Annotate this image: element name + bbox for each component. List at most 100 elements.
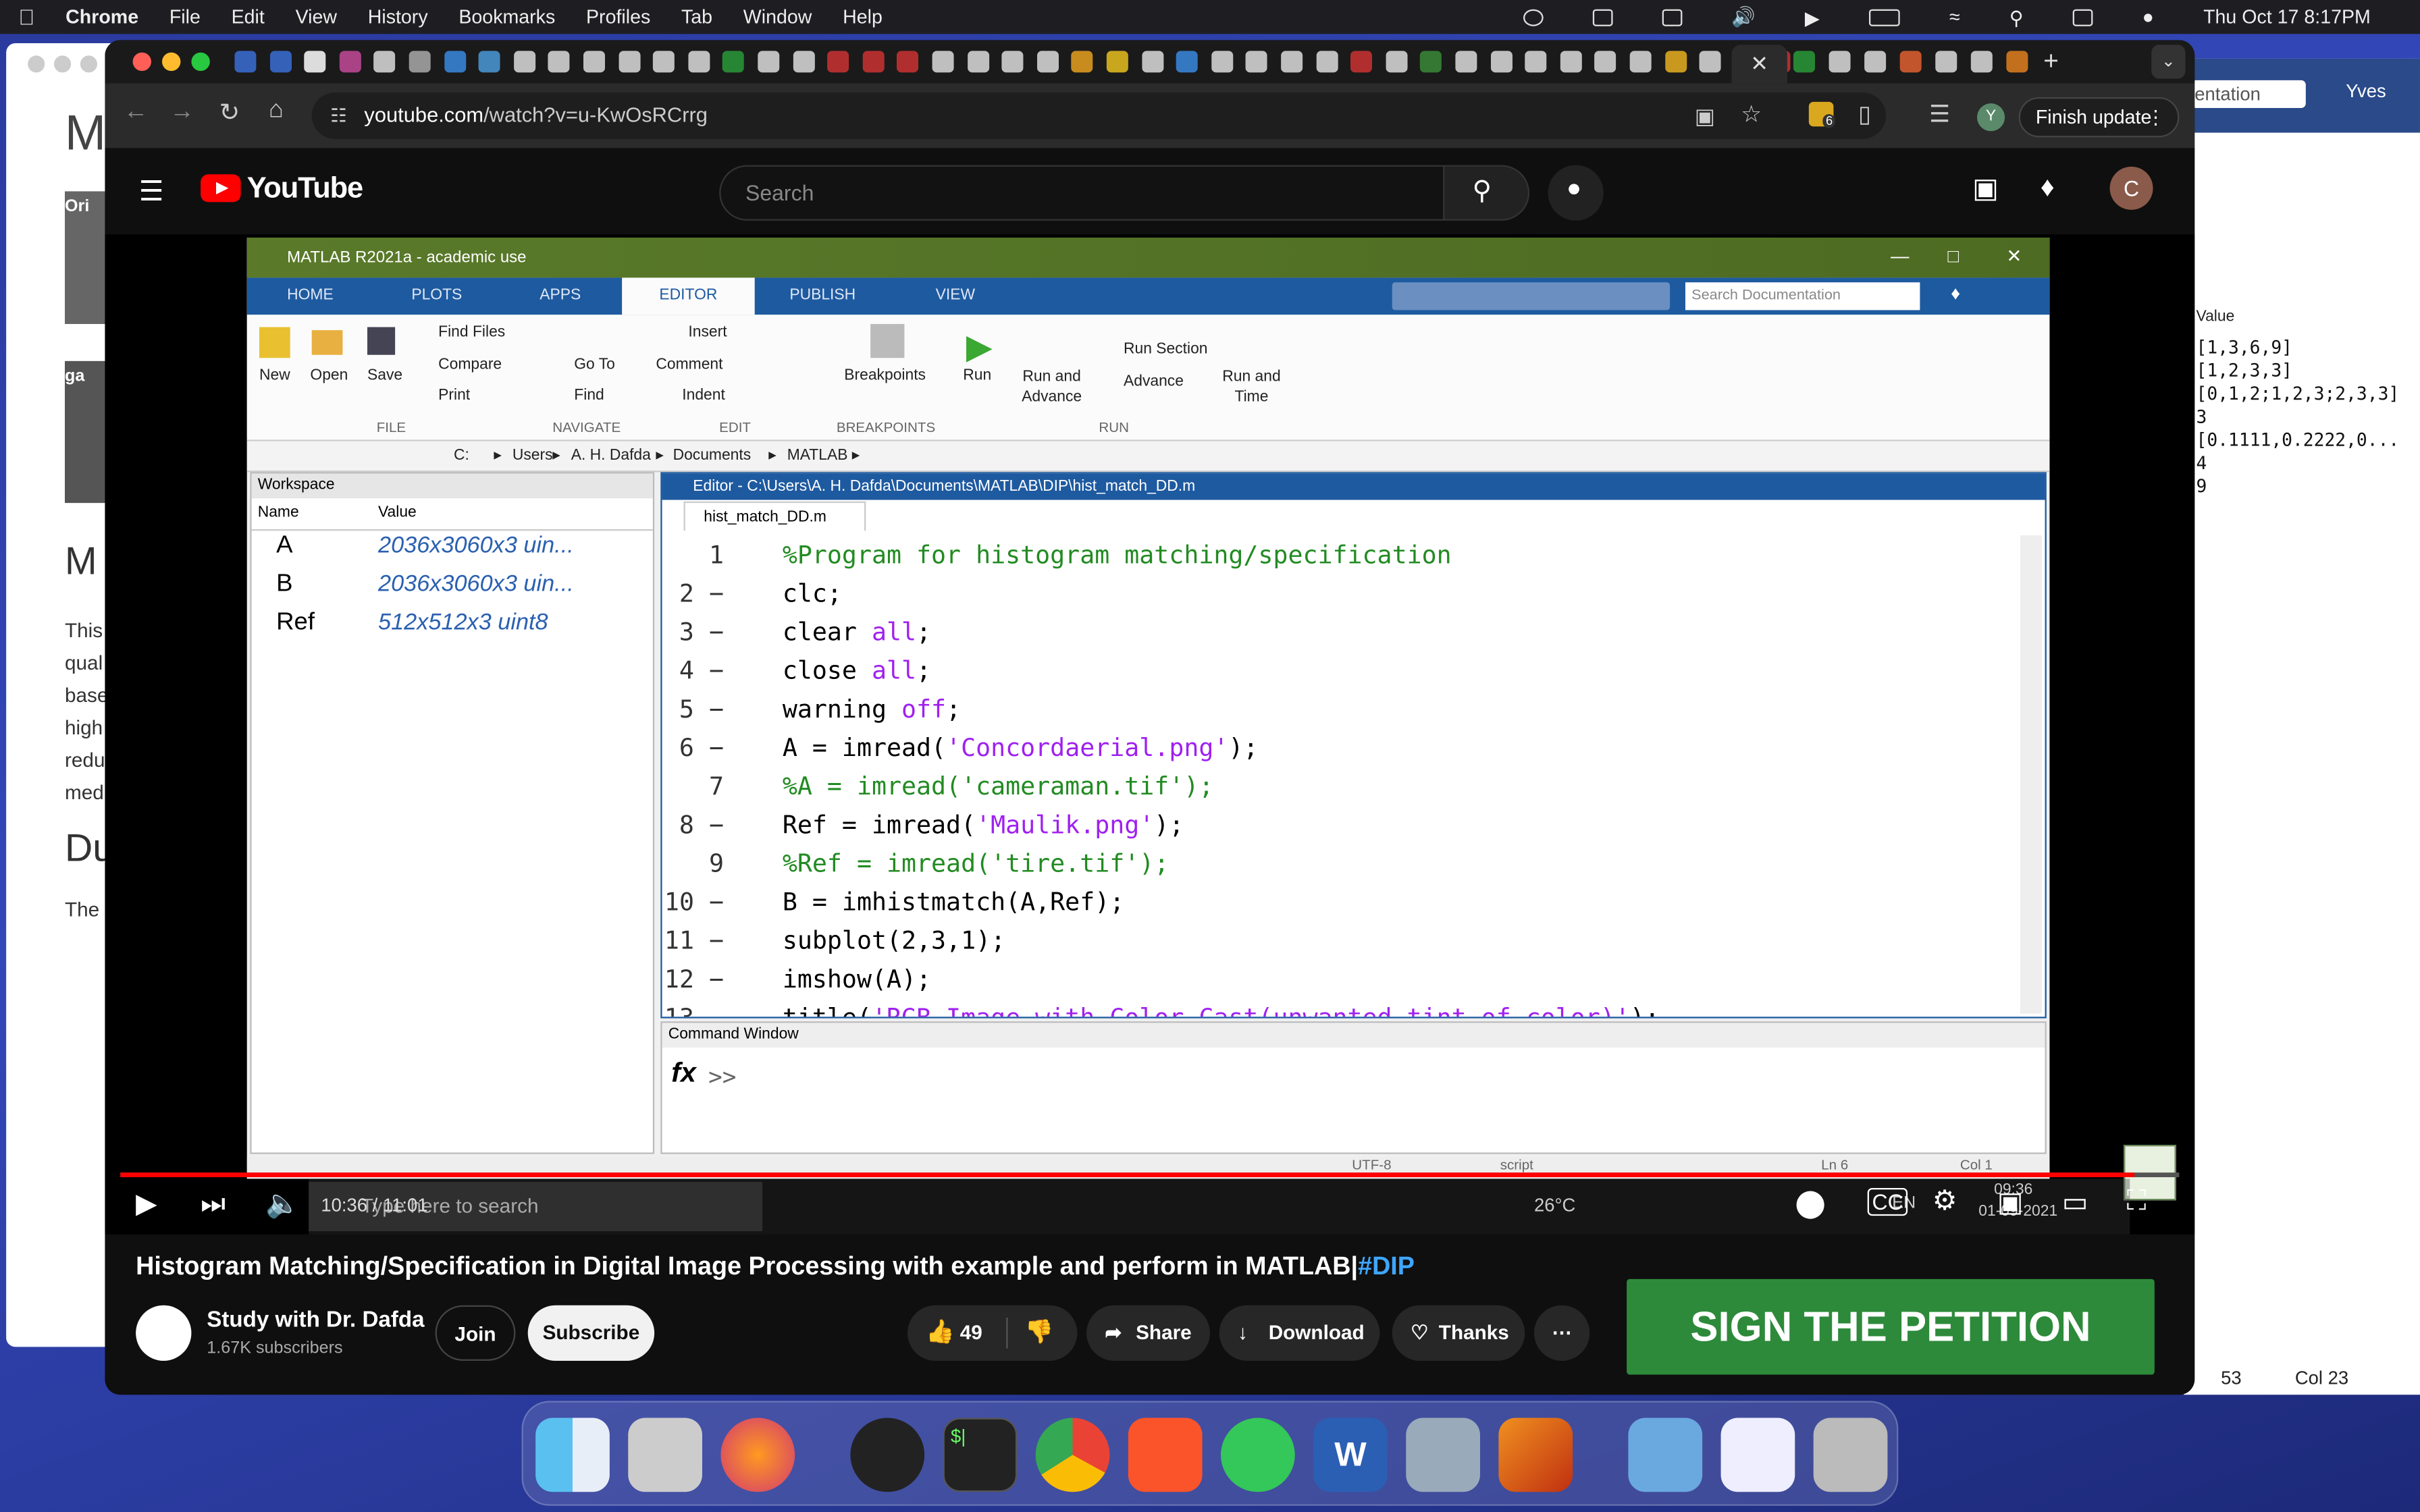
pinned-tab-favicon-icon[interactable] <box>1211 51 1233 73</box>
preview-icon[interactable] <box>1406 1418 1480 1492</box>
tab-search-chevron-icon[interactable]: ⌄ <box>2151 45 2186 79</box>
terminal-icon[interactable]: $| <box>943 1418 1018 1492</box>
thanks-button[interactable]: ♡ Thanks <box>1392 1305 1525 1361</box>
play-status-icon[interactable]: ▶ <box>1805 5 1820 28</box>
reload-icon[interactable]: ↻ <box>219 97 240 128</box>
siri-icon[interactable]: ● <box>2142 6 2154 28</box>
pinned-tab-favicon-icon[interactable] <box>374 51 396 73</box>
channel-avatar[interactable] <box>136 1305 192 1361</box>
pinned-tab-favicon-icon[interactable] <box>967 51 989 73</box>
pinned-tab-favicon-icon[interactable] <box>1350 51 1373 73</box>
menu-profiles[interactable]: Profiles <box>586 6 650 28</box>
pinned-tab-favicon-icon[interactable] <box>1036 51 1059 73</box>
pinned-tab-favicon-icon[interactable] <box>1629 51 1652 73</box>
pinned-tab-favicon-icon[interactable] <box>897 51 919 73</box>
apple-icon[interactable]:  <box>18 5 34 30</box>
pinned-tab-favicon-icon[interactable] <box>339 51 361 73</box>
finder-icon[interactable] <box>535 1418 610 1492</box>
settings-gear-icon[interactable]: ⚙ <box>1932 1185 1957 1217</box>
pinned-tab-favicon-icon[interactable] <box>1595 51 1617 73</box>
tab-favicon-icon[interactable] <box>1899 51 1922 73</box>
more-actions-icon[interactable]: ⋯ <box>1533 1305 1590 1361</box>
tab-favicon-icon[interactable] <box>2006 51 2028 73</box>
join-button[interactable]: Join <box>435 1305 516 1361</box>
menu-window[interactable]: Window <box>743 6 812 28</box>
voice-search-button[interactable]: ● <box>1548 165 1604 221</box>
pinned-tab-favicon-icon[interactable] <box>1560 51 1582 73</box>
profile-avatar[interactable]: Y <box>1976 103 2005 132</box>
progress-bar[interactable] <box>120 1172 2180 1177</box>
wifi-icon[interactable]: ≈ <box>1949 6 1960 28</box>
address-bar[interactable]: ☷ youtube.com/watch?v=u-KwOsRCrrg ▣ ☆ <box>311 92 1887 139</box>
tab-favicon-icon[interactable] <box>1829 51 1851 73</box>
bookmark-star-icon[interactable]: ☆ <box>1741 92 1762 139</box>
active-tab-close-icon[interactable]: ✕ <box>1731 45 1787 84</box>
thumbs-up-icon[interactable]: 👍 <box>926 1305 955 1361</box>
thumbs-down-icon[interactable]: 👎 <box>1025 1305 1054 1361</box>
next-video-icon[interactable]: ⏭ <box>201 1188 226 1220</box>
share-button[interactable]: ➦ Share <box>1086 1305 1210 1361</box>
hamburger-menu-icon[interactable]: ☰ <box>139 176 164 209</box>
pinned-tab-favicon-icon[interactable] <box>862 51 885 73</box>
theater-mode-icon[interactable]: ▭ <box>2062 1187 2088 1219</box>
miniplayer-icon[interactable]: ▣ <box>1997 1187 2024 1219</box>
pinned-tab-favicon-icon[interactable] <box>687 51 710 73</box>
autoplay-toggle[interactable] <box>1796 1191 1824 1219</box>
menu-bookmarks[interactable]: Bookmarks <box>458 6 555 28</box>
matlab-dock-icon[interactable] <box>1498 1418 1573 1492</box>
youtube-logo[interactable]: YouTube <box>201 173 363 207</box>
volume-icon[interactable]: 🔊 <box>1731 5 1756 28</box>
messages-icon[interactable] <box>1220 1418 1295 1492</box>
home-icon[interactable]: ⌂ <box>269 97 284 125</box>
pinned-tab-favicon-icon[interactable] <box>932 51 954 73</box>
pinned-tab-favicon-icon[interactable] <box>1141 51 1163 73</box>
hashtag-link[interactable]: #DIP <box>1358 1253 1415 1280</box>
youtube-search-input[interactable]: Search <box>719 165 1445 221</box>
search-button[interactable]: ⚲ <box>1443 165 1530 221</box>
extension-icon[interactable]: 6 <box>1808 101 1836 128</box>
back-icon[interactable]: ← <box>124 99 149 126</box>
pinned-tab-favicon-icon[interactable] <box>1386 51 1408 73</box>
pinned-tab-favicon-icon[interactable] <box>653 51 675 73</box>
play-icon[interactable]: ▶ <box>136 1188 157 1220</box>
menubar-clock[interactable]: Thu Oct 17 8:17PM <box>2203 6 2371 28</box>
forward-icon[interactable]: → <box>169 99 194 126</box>
user-avatar[interactable]: C <box>2109 166 2153 210</box>
pinned-tab-favicon-icon[interactable] <box>583 51 605 73</box>
pinned-tab-favicon-icon[interactable] <box>1106 51 1128 73</box>
pinned-tab-favicon-icon[interactable] <box>1281 51 1303 73</box>
pinned-tab-favicon-icon[interactable] <box>1001 51 1024 73</box>
pinned-tab-favicon-icon[interactable] <box>444 51 466 73</box>
notifications-bell-icon[interactable]: ♦ <box>2041 171 2055 204</box>
channel-name[interactable]: Study with Dr. Dafda <box>207 1308 424 1333</box>
pinned-tab-favicon-icon[interactable] <box>548 51 571 73</box>
menu-app-name[interactable]: Chrome <box>65 6 138 28</box>
xquartz-icon[interactable] <box>850 1418 925 1492</box>
pinned-tab-favicon-icon[interactable] <box>1246 51 1268 73</box>
pinned-tab-favicon-icon[interactable] <box>827 51 849 73</box>
volume-icon[interactable]: 🔈 <box>265 1188 300 1220</box>
extensions-puzzle-icon[interactable]: ▯ <box>1858 101 1871 128</box>
menu-edit[interactable]: Edit <box>232 6 265 28</box>
fullscreen-icon[interactable]: ⛶ <box>2127 1185 2147 1217</box>
pinned-tab-favicon-icon[interactable] <box>1420 51 1442 73</box>
tab-favicon-icon[interactable] <box>1793 51 1815 73</box>
subscribe-button[interactable]: Subscribe <box>527 1305 655 1361</box>
minimize-window-button[interactable] <box>161 52 181 72</box>
pinned-tab-favicon-icon[interactable] <box>1664 51 1687 73</box>
brave-icon[interactable] <box>1128 1418 1203 1492</box>
like-count[interactable]: 49 <box>960 1305 982 1361</box>
pinned-tab-favicon-icon[interactable] <box>234 51 257 73</box>
site-info-icon[interactable]: ☷ <box>330 92 347 139</box>
screenshot-thumbnail-icon[interactable] <box>1720 1418 1795 1492</box>
display-icon[interactable] <box>1662 8 1682 26</box>
drive-icon[interactable] <box>1592 8 1613 26</box>
spotlight-icon[interactable]: ⚲ <box>2009 5 2024 28</box>
finish-update-button[interactable]: Finish update ⋮ <box>2018 97 2180 138</box>
menu-view[interactable]: View <box>296 6 337 28</box>
status-icon[interactable] <box>1523 8 1544 26</box>
pinned-tab-favicon-icon[interactable] <box>758 51 780 73</box>
pinned-tab-favicon-icon[interactable] <box>304 51 326 73</box>
pinned-tab-favicon-icon[interactable] <box>1315 51 1338 73</box>
control-center-icon[interactable] <box>2072 8 2093 26</box>
